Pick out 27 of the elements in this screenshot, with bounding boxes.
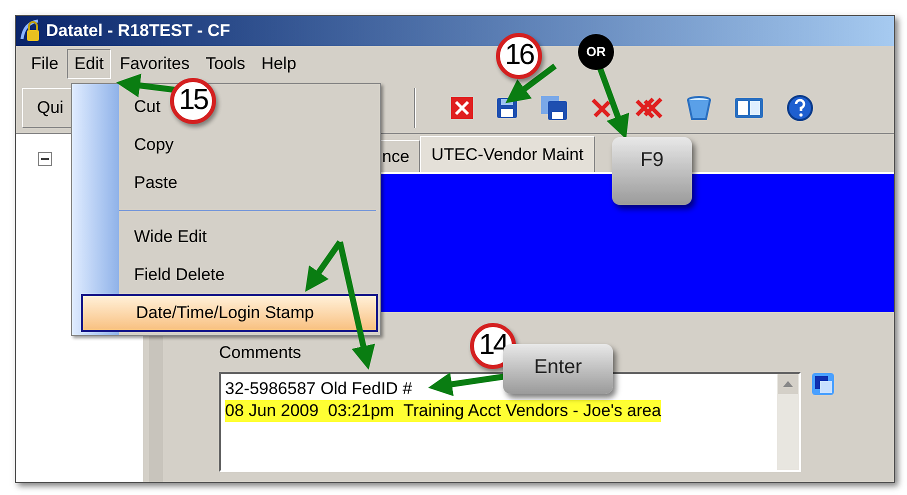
scrollbar[interactable] — [777, 374, 799, 470]
menu-option[interactable]: Date/Time/Login Stamp — [81, 294, 378, 332]
collapse-icon[interactable] — [38, 152, 52, 166]
bucket-icon[interactable] — [686, 94, 712, 120]
menu-item[interactable]: File — [24, 49, 66, 79]
window-icon[interactable] — [811, 372, 835, 396]
help-icon[interactable] — [786, 94, 814, 122]
keyboard-key: F9 — [612, 137, 692, 205]
close-icon[interactable] — [450, 96, 474, 120]
arrow — [505, 64, 557, 104]
tab[interactable]: UTEC-Vendor Maint — [420, 136, 595, 172]
menu-option[interactable]: Wide Edit — [119, 218, 380, 256]
menu-item[interactable]: Help — [254, 49, 304, 79]
menu-item[interactable]: Tools — [198, 49, 252, 79]
lock-icon — [20, 19, 42, 43]
menu-option[interactable]: Field Delete — [119, 256, 380, 294]
menu-item[interactable]: Edit — [67, 49, 111, 79]
window-title: Datatel - R18TEST - CF — [46, 20, 230, 42]
comments-label: Comments — [219, 342, 302, 364]
arrow — [116, 74, 176, 98]
scroll-up-icon[interactable] — [778, 374, 798, 394]
menu-item[interactable]: Favorites — [112, 49, 197, 79]
comment-line: 32-5986587 Old FedID # — [225, 378, 412, 400]
double-cross-icon[interactable] — [634, 96, 664, 120]
multiple-floppy-disks-icon[interactable] — [540, 94, 568, 120]
cross-icon[interactable] — [590, 96, 612, 118]
book-icon[interactable] — [734, 96, 764, 120]
